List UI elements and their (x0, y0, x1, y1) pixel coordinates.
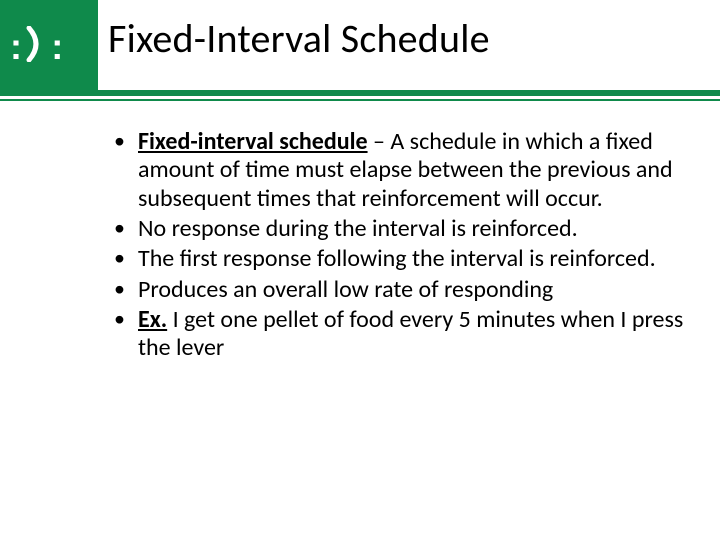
slide: : : Fixed-Interval Schedule Fixed-interv… (0, 0, 720, 540)
smile-colon-logo: : : (10, 26, 88, 66)
bullet-text: Produces an overall low rate of respondi… (138, 275, 553, 304)
bullet-text: The first response following the interva… (138, 244, 656, 273)
bullet-lead: Fixed-interval schedule (138, 127, 368, 156)
smile-paren-icon (26, 26, 46, 67)
slide-title: Fixed-Interval Schedule (108, 14, 490, 63)
list-item: Produces an overall low rate of respondi… (108, 276, 698, 304)
bullet-list: Fixed-interval schedule – A schedule in … (108, 128, 698, 363)
divider-thick (0, 90, 720, 96)
slide-body: Fixed-interval schedule – A schedule in … (108, 128, 698, 365)
list-item: The first response following the interva… (108, 245, 698, 273)
bullet-text: I get one pellet of food every 5 minutes… (138, 305, 683, 362)
divider-thin (0, 99, 720, 101)
colon-left-icon: : (10, 29, 20, 65)
list-item: No response during the interval is reinf… (108, 215, 698, 243)
list-item: Fixed-interval schedule – A schedule in … (108, 128, 698, 213)
bullet-text: No response during the interval is reinf… (138, 214, 578, 243)
list-item: Ex. I get one pellet of food every 5 min… (108, 306, 698, 363)
bullet-lead: Ex. (138, 305, 167, 334)
colon-right-icon: : (51, 29, 61, 65)
